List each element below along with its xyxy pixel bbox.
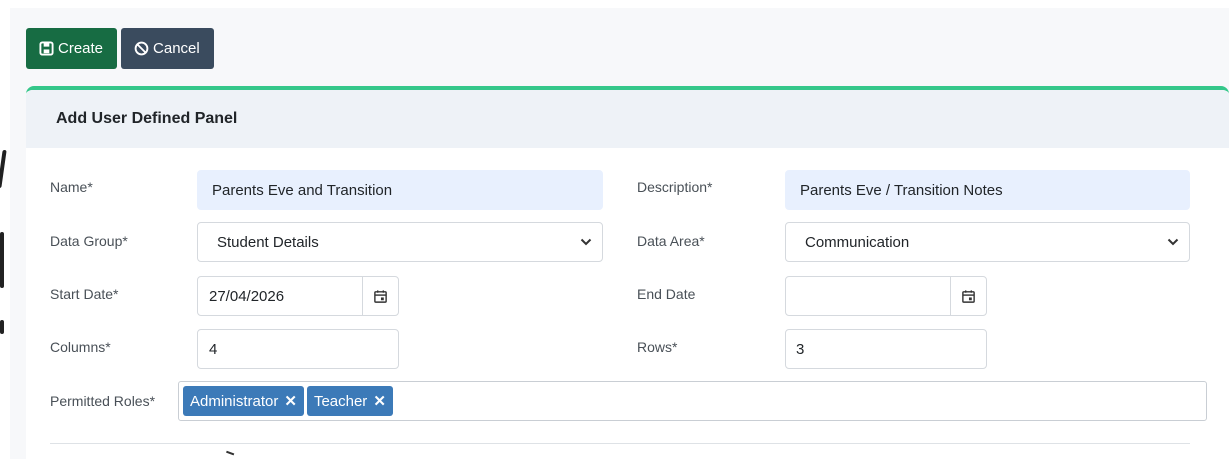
calendar-icon bbox=[374, 289, 387, 303]
role-tag: Teacher ✕ bbox=[306, 386, 393, 416]
name-label: Name* bbox=[50, 179, 93, 195]
permitted-roles-multiselect[interactable]: Administrator ✕ Teacher ✕ bbox=[178, 381, 1207, 421]
remove-tag-icon[interactable]: ✕ bbox=[373, 392, 386, 410]
save-icon bbox=[39, 41, 54, 56]
panel-header: Add User Defined Panel bbox=[26, 90, 1229, 148]
chevron-down-icon bbox=[580, 238, 592, 246]
rows-value: 3 bbox=[796, 340, 805, 358]
create-button-label: Create bbox=[58, 40, 104, 57]
name-value: Parents Eve and Transition bbox=[212, 181, 393, 199]
rows-input[interactable]: 3 bbox=[785, 329, 987, 369]
data-area-label: Data Area* bbox=[637, 233, 705, 249]
description-value: Parents Eve / Transition Notes bbox=[800, 181, 1003, 199]
end-date-label: End Date bbox=[637, 286, 696, 302]
role-tag-label: Teacher bbox=[313, 392, 368, 410]
edge-fragment bbox=[0, 232, 4, 288]
edge-fragment bbox=[0, 150, 7, 188]
start-date-label: Start Date* bbox=[50, 286, 119, 302]
start-date-picker-button[interactable] bbox=[362, 277, 398, 315]
toolbar: Create Cancel bbox=[26, 28, 214, 69]
columns-label: Columns* bbox=[50, 339, 111, 355]
permitted-roles-label: Permitted Roles* bbox=[50, 393, 156, 409]
ban-icon bbox=[134, 41, 149, 56]
description-label: Description* bbox=[637, 179, 713, 195]
description-input[interactable]: Parents Eve / Transition Notes bbox=[785, 170, 1190, 210]
start-date-value: 27/04/2026 bbox=[209, 287, 285, 305]
role-tag: Administrator ✕ bbox=[183, 386, 304, 416]
columns-value: 4 bbox=[209, 340, 218, 358]
form-divider bbox=[50, 443, 1190, 444]
data-group-label: Data Group* bbox=[50, 233, 128, 249]
calendar-icon bbox=[962, 289, 975, 303]
cancel-button-label: Cancel bbox=[153, 40, 200, 57]
data-area-value: Communication bbox=[805, 233, 910, 251]
end-date-picker-button[interactable] bbox=[950, 277, 986, 315]
remove-tag-icon[interactable]: ✕ bbox=[284, 392, 297, 410]
cancel-button[interactable]: Cancel bbox=[121, 28, 214, 69]
data-area-select[interactable]: Communication bbox=[785, 222, 1190, 262]
create-button[interactable]: Create bbox=[26, 28, 118, 69]
panel-title: Add User Defined Panel bbox=[56, 110, 238, 127]
role-tag-label: Administrator bbox=[190, 392, 279, 410]
edge-fragment bbox=[0, 320, 4, 334]
data-group-value: Student Details bbox=[217, 233, 319, 251]
name-input[interactable]: Parents Eve and Transition bbox=[197, 170, 603, 210]
data-group-select[interactable]: Student Details bbox=[197, 222, 603, 262]
start-date-input[interactable]: 27/04/2026 bbox=[197, 276, 399, 316]
end-date-input[interactable] bbox=[785, 276, 987, 316]
columns-input[interactable]: 4 bbox=[197, 329, 399, 369]
chevron-down-icon bbox=[1167, 238, 1179, 246]
rows-label: Rows* bbox=[637, 339, 678, 355]
